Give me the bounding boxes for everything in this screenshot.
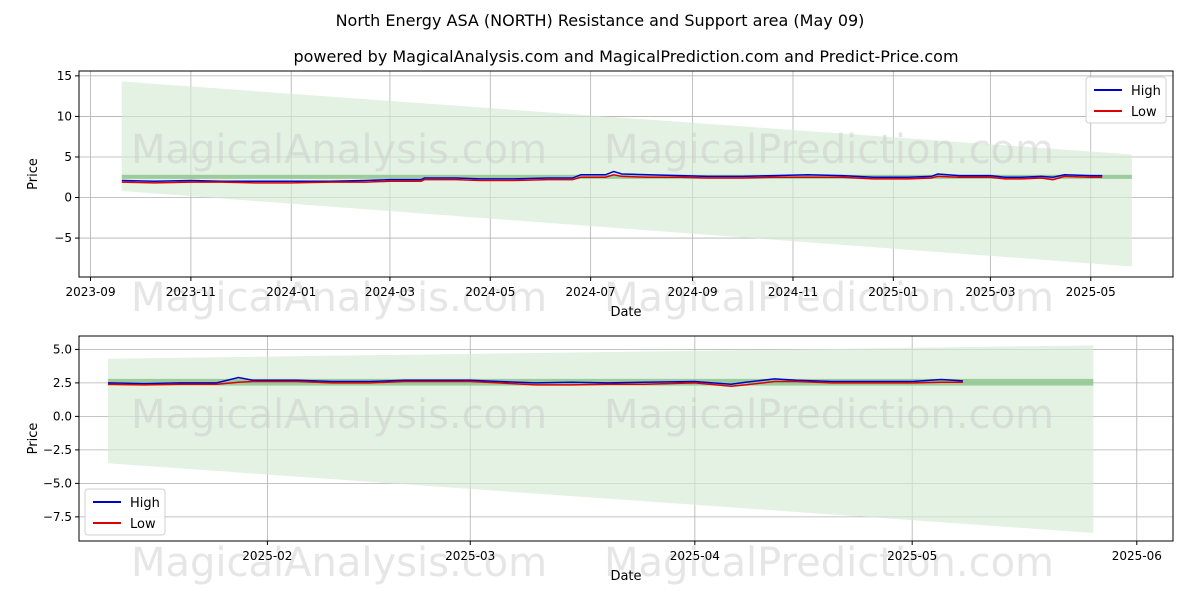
x-tick-label: 2023-09 [65,285,115,299]
legend-label-low: Low [1131,105,1157,120]
y-tick-label: 15 [57,69,72,83]
prediction-cone [107,345,1094,533]
x-tick-label: 2024-09 [668,285,718,299]
legend-label-low: Low [130,517,156,532]
y-tick-label: −2.5 [43,443,72,457]
x-tick-label: 2025-03 [445,549,495,563]
x-tick-label: 2025-06 [1112,549,1162,563]
watermark-text: MagicalPrediction.com [604,127,1054,173]
y-tick-label: −7.5 [43,510,72,524]
watermark-text: MagicalPrediction.com [604,540,1054,586]
legend: High Low [1085,76,1167,124]
x-tick-label: 2025-01 [868,285,918,299]
x-axis-label: Date [610,305,641,320]
x-tick-label: 2024-03 [365,285,415,299]
x-tick-label: 2025-02 [242,549,292,563]
y-axis-label: Price [26,158,41,190]
x-tick-label: 2024-05 [465,285,515,299]
x-tick-label: 2025-05 [887,549,937,563]
chart-title: North Energy ASA (NORTH) Resistance and … [336,11,865,30]
x-tick-label: 2023-11 [166,285,216,299]
y-tick-label: 5 [64,150,72,164]
legend-label-high: High [130,496,160,511]
x-axis-label: Date [610,569,641,584]
y-axis-label: Price [26,423,41,455]
chart-subtitle: powered by MagicalAnalysis.com and Magic… [293,47,958,66]
watermark-text: MagicalAnalysis.com [131,540,547,586]
watermark-text: MagicalPrediction.com [604,392,1054,438]
x-tick-label: 2025-04 [670,549,720,563]
x-tick-label: 2024-01 [266,285,316,299]
y-tick-label: 0.0 [53,409,72,423]
y-tick-label: −5 [54,231,72,245]
y-tick-label: 5.0 [53,342,72,356]
x-tick-label: 2025-03 [965,285,1015,299]
legend: High Low [84,488,166,536]
plot-2: MagicalAnalysis.com MagicalPrediction.com… [26,335,1174,586]
y-tick-label: −5.0 [43,476,72,490]
y-tick-label: 0 [64,191,72,205]
x-tick-label: 2024-07 [566,285,616,299]
legend-label-high: High [1131,84,1161,99]
plot-1: MagicalAnalysis.com MagicalPrediction.com… [26,69,1174,321]
x-tick-label: 2025-05 [1066,285,1116,299]
y-tick-label: 2.5 [53,376,72,390]
watermark-text: MagicalAnalysis.com [131,392,547,438]
x-tick-label: 2024-11 [768,285,818,299]
chart-canvas: North Energy ASA (NORTH) Resistance and … [26,11,1174,586]
y-tick-label: 10 [57,109,72,123]
watermark-text: MagicalAnalysis.com [131,127,547,173]
